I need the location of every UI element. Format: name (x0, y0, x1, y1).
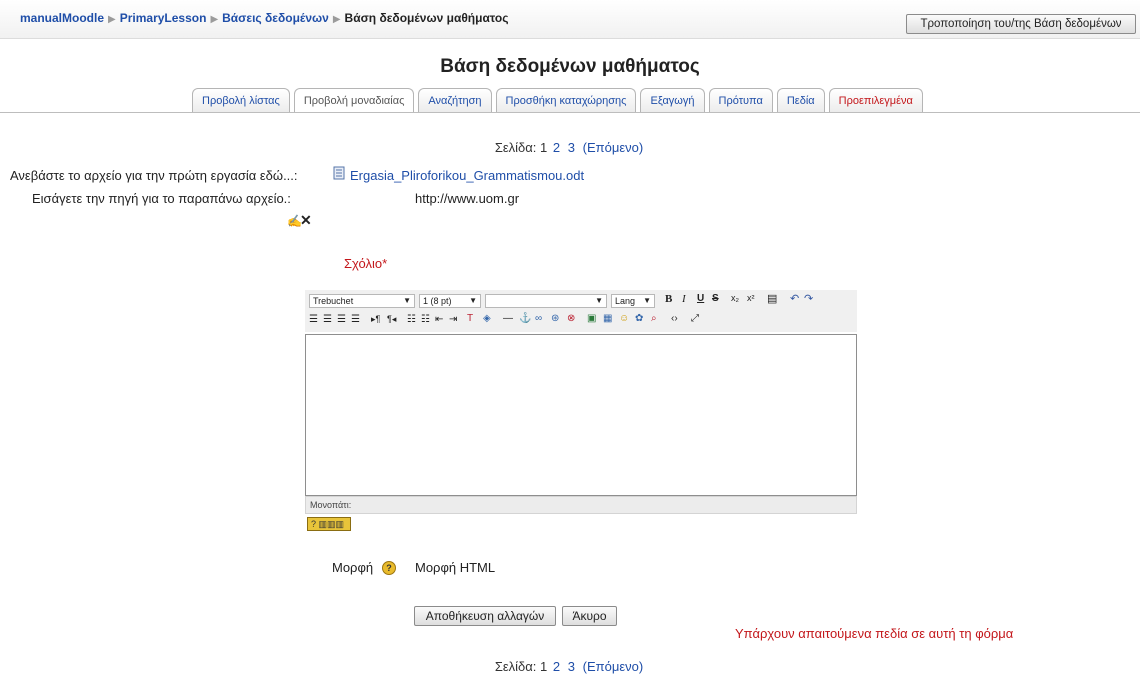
redo-icon[interactable]: ↷ (804, 292, 813, 305)
breadcrumb-databases[interactable]: Βάσεις δεδομένων (222, 11, 329, 25)
clean-word-icon[interactable]: ▤ (767, 292, 777, 305)
editor-help-badge-text: ? (311, 519, 317, 529)
fullscreen-icon[interactable]: ⤢ (691, 313, 699, 324)
pager-label: Σελίδα: (494, 140, 537, 155)
delete-x-icon[interactable]: ✕ (300, 212, 312, 229)
breadcrumb-separator-icon: ▶ (210, 14, 219, 25)
cancel-button[interactable]: Άκυρο (562, 606, 617, 626)
pager-page-3[interactable]: 3 (568, 659, 575, 674)
pager-current: 1 (540, 140, 548, 155)
unlink-icon[interactable]: ⊗ (567, 313, 575, 324)
save-button[interactable]: Αποθήκευση αλλαγών (414, 606, 556, 626)
text-color-icon[interactable]: T (467, 313, 473, 324)
tab-fields[interactable]: Πεδία (776, 88, 825, 112)
file-icon (333, 166, 345, 183)
pager-page-2[interactable]: 2 (553, 659, 560, 674)
editor-toolbar-row-2: ☰ ☰ ☰ ☰ ▸¶ ¶◂ ☷ ☷ ⇤ ⇥ T ◈ — ⚓ ∞ ⊛ ⊗ ▣ ▦ … (305, 311, 857, 332)
html-editor: Trebuchet ▼ 1 (8 pt) ▼ ▼ Lang ▼ B I U S x₂ … (305, 290, 857, 514)
undo-icon[interactable]: ↶ (790, 292, 799, 305)
align-right-icon[interactable]: ☰ (337, 314, 346, 325)
justify-icon[interactable]: ☰ (351, 314, 360, 325)
editor-text-area[interactable] (305, 334, 857, 496)
format-select[interactable]: ▼ (485, 294, 607, 308)
tab-list-view[interactable]: Προβολή λίστας (192, 88, 290, 112)
lang-select[interactable]: Lang ▼ (611, 294, 655, 308)
editor-toolbar-row-1: Trebuchet ▼ 1 (8 pt) ▼ ▼ Lang ▼ B I U S x₂ … (305, 290, 857, 311)
ordered-list-icon[interactable]: ☷ (407, 314, 416, 325)
indent-icon[interactable]: ⇥ (449, 314, 457, 325)
chevron-down-icon: ▼ (595, 296, 603, 305)
pager-bottom: Σελίδα: 1 2 3 (Επόμενο) (0, 659, 1140, 674)
chevron-down-icon: ▼ (403, 296, 411, 305)
edit-database-button[interactable]: Τροποποίηση του/της Βάση δεδομένων (906, 14, 1136, 34)
subscript-icon[interactable]: x₂ (731, 293, 739, 303)
align-center-icon[interactable]: ☰ (323, 314, 332, 325)
breadcrumb-separator-icon: ▶ (332, 14, 341, 25)
breadcrumb: manualMoodle ▶ PrimaryLesson ▶ Βάσεις δεδομέ… (20, 11, 508, 25)
comment-label: Σχόλιο* (344, 256, 388, 271)
pager-page-3[interactable]: 3 (568, 140, 575, 155)
pager-current: 1 (540, 659, 548, 674)
pager-label: Σελίδα: (494, 659, 537, 674)
underline-icon[interactable]: U (697, 293, 704, 304)
anchor-icon[interactable]: ⚓ (519, 313, 531, 324)
unordered-list-icon[interactable]: ☷ (421, 314, 430, 325)
source-label: Εισάγετε την πηγή για το παραπάνω αρχείο… (32, 191, 291, 206)
tab-templates[interactable]: Πρότυπα (708, 88, 773, 112)
breadcrumb-separator-icon: ▶ (108, 14, 116, 25)
page-title: Βάση δεδομένων μαθήματος (440, 56, 700, 77)
size-select[interactable]: 1 (8 pt) ▼ (419, 294, 481, 308)
italic-icon[interactable]: I (682, 293, 686, 305)
bg-color-icon[interactable]: ◈ (483, 313, 491, 324)
link-icon[interactable]: ∞ (535, 313, 542, 324)
chevron-down-icon: ▼ (643, 296, 651, 305)
breadcrumb-manualmoodle[interactable]: manualMoodle (20, 11, 104, 25)
ltr-icon[interactable]: ▸¶ (371, 314, 380, 325)
uploaded-file-link[interactable]: Ergasia_Pliroforikou_Grammatismou.odt (350, 168, 584, 183)
editor-path-bar: Μονοπάτι: (305, 496, 857, 514)
tab-add-entry[interactable]: Προσθήκη καταχώρησης (495, 88, 637, 112)
help-icon[interactable]: ? (382, 561, 396, 575)
breadcrumb-primarylesson[interactable]: PrimaryLesson (120, 11, 207, 25)
html-source-icon[interactable]: ‹› (671, 313, 678, 324)
breadcrumb-current: Βάση δεδομένων μαθήματος (344, 11, 509, 25)
smiley-icon[interactable]: ☺ (619, 313, 629, 324)
tab-row: Προβολή λίστας Προβολή μοναδιαίας Αναζήτ… (192, 88, 927, 112)
search-replace-icon[interactable]: ⌕ (651, 313, 657, 324)
chevron-down-icon: ▼ (469, 296, 477, 305)
tab-presets[interactable]: Προεπιλεγμένα (828, 88, 923, 112)
tab-export[interactable]: Εξαγωγή (640, 88, 705, 112)
navbar: manualMoodle ▶ PrimaryLesson ▶ Βάσεις δεδομέ… (0, 0, 1140, 39)
horizontal-rule-icon[interactable]: — (503, 313, 513, 324)
editor-help-icon[interactable]: ? ▥▥▥ (307, 517, 351, 531)
required-fields-note: Υπάρχουν απαιτούμενα πεδία σε αυτή τη φό… (735, 626, 1014, 641)
pager-next[interactable]: (Επόμενο) (583, 140, 644, 155)
upload-label: Ανεβάστε το αρχείο για την πρώτη εργασία… (10, 168, 298, 183)
source-value: http://www.uom.gr (415, 191, 520, 206)
font-select-value: Trebuchet (313, 296, 354, 306)
special-char-icon[interactable]: ✿ (635, 313, 643, 324)
rtl-icon[interactable]: ¶◂ (387, 314, 396, 325)
strikethrough-icon[interactable]: S (712, 293, 719, 304)
table-icon[interactable]: ▦ (603, 313, 612, 324)
size-select-value: 1 (8 pt) (423, 296, 452, 306)
outdent-icon[interactable]: ⇤ (435, 314, 443, 325)
format-value: Μορφή HTML (415, 560, 496, 575)
lang-select-value: Lang (615, 296, 636, 306)
nolink-icon[interactable]: ⊛ (551, 313, 559, 324)
align-left-icon[interactable]: ☰ (309, 314, 318, 325)
tab-search[interactable]: Αναζήτηση (418, 88, 492, 112)
format-label: Μορφή (332, 560, 374, 575)
bold-icon[interactable]: B (665, 293, 672, 305)
font-select[interactable]: Trebuchet ▼ (309, 294, 415, 308)
pager-top: Σελίδα: 1 2 3 (Επόμενο) (0, 140, 1140, 155)
pager-next[interactable]: (Επόμενο) (583, 659, 644, 674)
image-icon[interactable]: ▣ (587, 313, 596, 324)
superscript-icon[interactable]: x² (747, 293, 755, 303)
pager-page-2[interactable]: 2 (553, 140, 560, 155)
tab-single-view[interactable]: Προβολή μοναδιαίας (293, 88, 415, 112)
